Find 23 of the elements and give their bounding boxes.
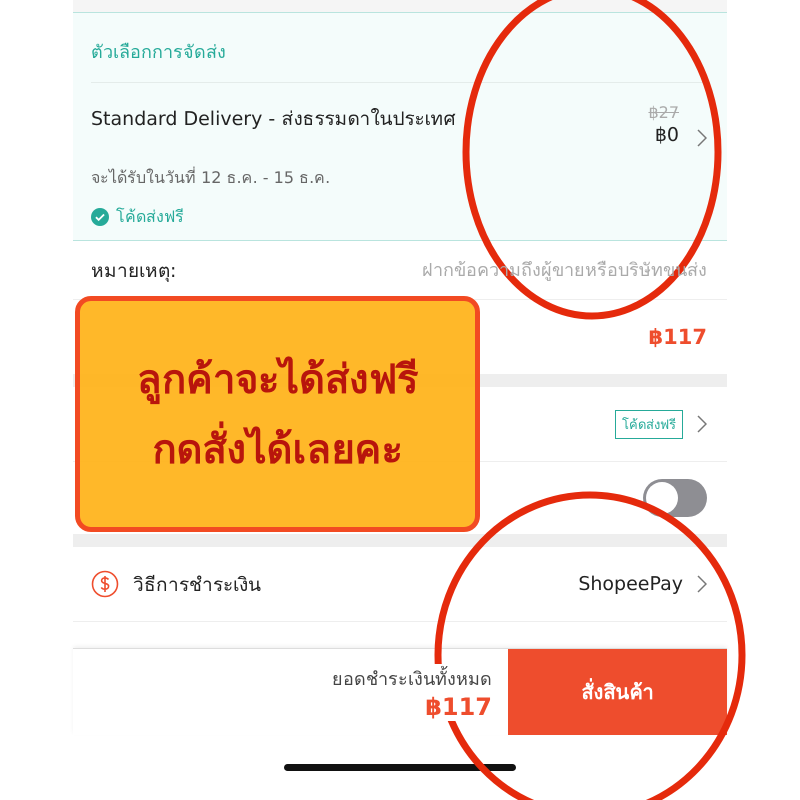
- free-shipping-label: โค้ดส่งฟรี: [116, 206, 184, 228]
- chevron-icon[interactable]: [697, 415, 707, 433]
- coins-toggle[interactable]: [643, 479, 707, 517]
- payment-method-label: วิธีการชำระเงิน: [133, 573, 261, 598]
- note-label: หมายเหตุ:: [91, 259, 176, 284]
- home-indicator[interactable]: [284, 764, 516, 771]
- delivery-date: จะได้รับในวันที่ 12 ธ.ค. - 15 ธ.ค.: [91, 166, 332, 189]
- total-payment-label: ยอดชำระเงินทั้งหมด: [332, 664, 492, 692]
- dollar-icon: [91, 570, 119, 598]
- place-order-button[interactable]: สั่งสินค้า: [508, 649, 727, 735]
- shipping-price: ฿0: [654, 124, 679, 146]
- annotation-text: กดสั่งได้เลยคะ: [152, 417, 402, 481]
- order-total-amount: ฿117: [648, 325, 707, 349]
- original-price: ฿27: [648, 103, 679, 122]
- check-icon: [91, 208, 109, 226]
- annotation-text: ลูกค้าจะได้ส่งฟรี: [137, 356, 418, 406]
- section-title: ตัวเลือกการจัดส่ง: [91, 13, 707, 83]
- total-payment-amount: ฿117: [425, 692, 492, 720]
- chevron-icon[interactable]: [697, 575, 707, 593]
- payment-method-value[interactable]: ShopeePay: [578, 573, 683, 595]
- free-shipping-tag: โค้ดส่งฟรี: [615, 410, 683, 438]
- chevron-icon[interactable]: [697, 129, 707, 147]
- delivery-option[interactable]: Standard Delivery - ส่งธรรมดาในประเทศ: [91, 103, 648, 133]
